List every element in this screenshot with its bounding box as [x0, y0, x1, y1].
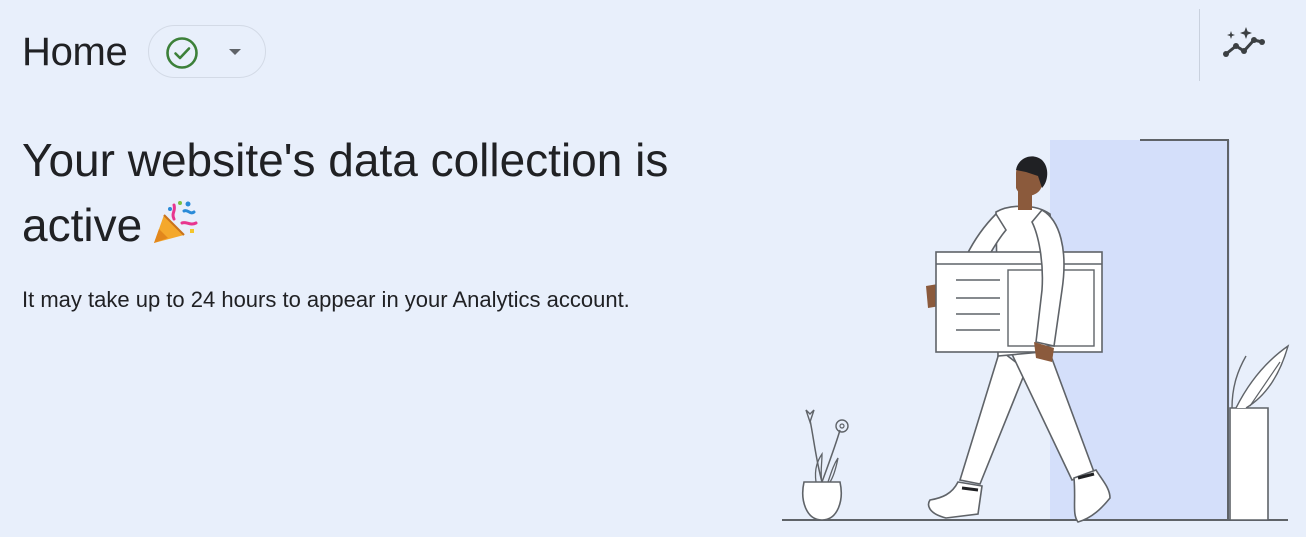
- insights-sparkle-icon[interactable]: [1218, 24, 1270, 68]
- check-circle-icon: [166, 37, 198, 69]
- caret-down-icon: [229, 49, 241, 55]
- page-header: Home: [0, 0, 1306, 100]
- person-carrying-browser-window-illustration: [782, 139, 1290, 523]
- status-dropdown-chip[interactable]: [148, 25, 266, 78]
- header-divider: [1199, 9, 1200, 81]
- headline-text: Your website's data collection is active: [22, 134, 669, 251]
- page-title: Home: [22, 30, 128, 74]
- headline: Your website's data collection is active: [22, 128, 782, 258]
- party-popper-icon: [154, 201, 198, 243]
- subtext: It may take up to 24 hours to appear in …: [22, 287, 630, 312]
